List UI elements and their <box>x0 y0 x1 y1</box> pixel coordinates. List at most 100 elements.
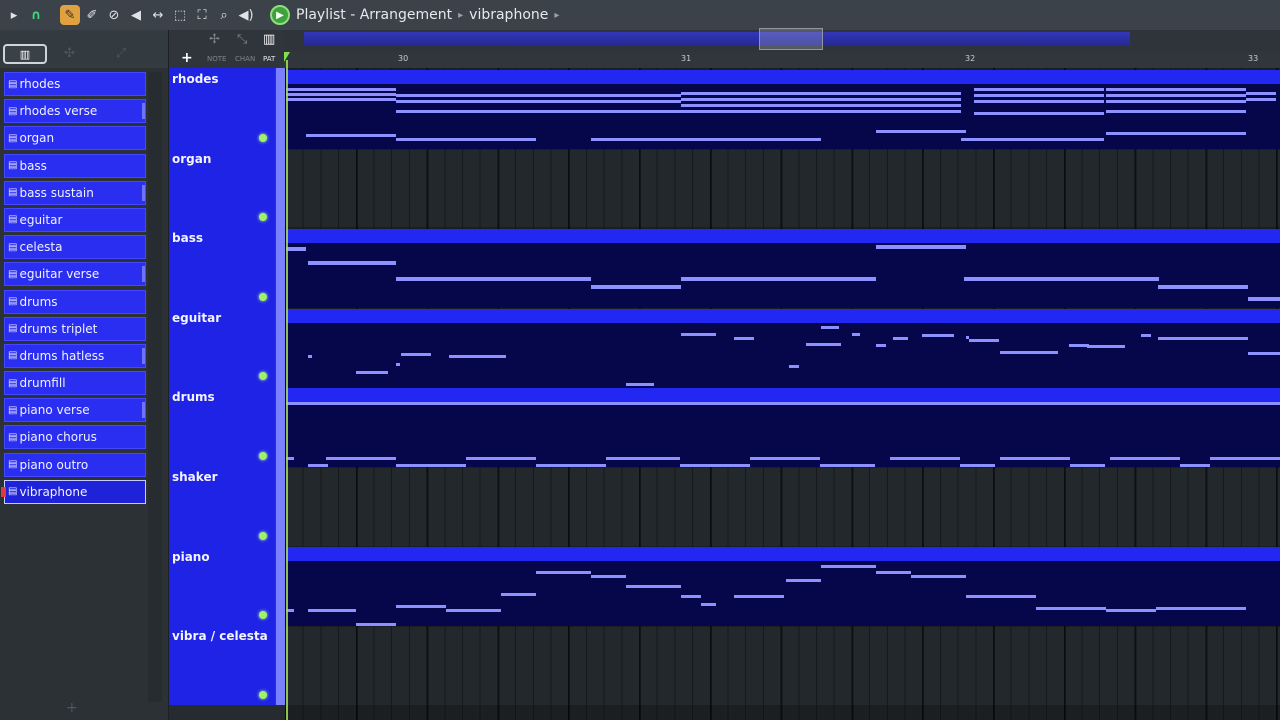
track-header[interactable]: shaker <box>169 466 275 546</box>
delete-icon[interactable]: ⊘ <box>104 5 124 25</box>
clip-piano-verse[interactable]: ▤ piano verse <box>286 547 1280 626</box>
pattern-item[interactable]: ▤ organ <box>4 126 146 151</box>
pattern-item[interactable]: ▤ rhodes <box>4 72 146 96</box>
note <box>308 355 312 358</box>
note-toggle[interactable]: NOTE <box>207 55 226 63</box>
track-resize-grip[interactable] <box>275 227 285 307</box>
note <box>326 457 396 460</box>
note <box>821 326 839 329</box>
track-resize-grip[interactable] <box>275 545 285 626</box>
track-mute-led[interactable] <box>259 133 267 142</box>
pattern-item[interactable]: ▤ rhodes verse <box>4 99 146 124</box>
play-arrow-icon[interactable]: ▸ <box>4 5 24 25</box>
note <box>876 245 966 249</box>
timeline-ruler[interactable]: 30 31 32 33 <box>284 52 1280 69</box>
spread-icon[interactable]: ✣ <box>64 46 75 61</box>
clip-drums-hatless[interactable]: ▤ drums hatless <box>680 388 1248 467</box>
magnet-icon[interactable]: ∩ <box>26 5 46 25</box>
playhead[interactable] <box>286 60 288 720</box>
pattern-item[interactable]: ▤ celesta <box>4 235 146 260</box>
zoom-select-icon[interactable]: ⛶ <box>192 5 212 25</box>
track-mute-led[interactable] <box>259 611 267 620</box>
track-header[interactable]: piano <box>169 545 275 626</box>
track-name: piano <box>172 549 210 564</box>
pattern-item[interactable]: ▤ eguitar <box>4 207 146 232</box>
clip-drums-hatless[interactable]: ▤ drums hatless <box>286 388 680 467</box>
note <box>1110 457 1180 460</box>
track-mute-led[interactable] <box>259 292 267 301</box>
track-name: vibra / celesta <box>172 629 268 644</box>
note <box>974 100 1104 103</box>
note <box>286 88 396 91</box>
breadcrumb-current[interactable]: vibraphone <box>469 7 548 23</box>
track-mute-led[interactable] <box>259 690 267 699</box>
pattern-item[interactable]: ▤ piano chorus <box>4 425 146 450</box>
empty-track-lane[interactable] <box>285 468 1280 546</box>
track-resize-grip[interactable] <box>275 68 285 148</box>
pencil-icon[interactable]: ✎ <box>60 5 80 25</box>
paint-icon[interactable]: ✐ <box>82 5 102 25</box>
pattern-item[interactable]: ▤ eguitar verse <box>4 262 146 287</box>
track-resize-grip[interactable] <box>275 625 285 705</box>
breadcrumb-arrow-icon[interactable]: ▸ <box>554 10 559 21</box>
note <box>466 457 536 460</box>
split-icon[interactable]: ✢ <box>209 32 220 47</box>
add-icon[interactable]: + <box>66 700 78 716</box>
pattern-item[interactable]: ▤ piano outro <box>4 452 146 477</box>
clip-eguitar-verse[interactable]: ▤ eguitar verse <box>286 309 1280 388</box>
note <box>681 595 701 598</box>
browser-scrollbar[interactable] <box>148 72 162 702</box>
track-mute-led[interactable] <box>259 213 267 222</box>
pattern-item[interactable]: ▤ drums triplet <box>4 316 146 341</box>
empty-track-lane[interactable] <box>285 149 1280 228</box>
speaker-icon[interactable]: ◀) <box>236 5 256 25</box>
pattern-item[interactable]: ▤ drums <box>4 289 146 314</box>
track-header[interactable]: drums <box>169 386 275 466</box>
zoom-icon[interactable]: ⌕ <box>214 5 234 25</box>
pattern-label: drums hatless <box>19 348 105 363</box>
pattern-item[interactable]: ▤ drumfill <box>4 371 146 396</box>
chan-toggle[interactable]: CHAN <box>235 55 255 63</box>
clip-bass-sustain[interactable]: ▤ bass sustain <box>286 229 1280 308</box>
piano-keys-icon[interactable]: ▥ <box>3 44 47 64</box>
track-resize-grip[interactable] <box>275 466 285 546</box>
track-mute-led[interactable] <box>259 531 267 540</box>
mute-icon[interactable]: ◀ <box>126 5 146 25</box>
track-header[interactable]: vibra / celesta <box>169 625 275 705</box>
note <box>750 457 820 460</box>
overview-scrollbar[interactable] <box>284 28 1280 52</box>
used-indicator <box>142 184 145 201</box>
empty-track-lane[interactable] <box>285 627 1280 705</box>
pattern-item[interactable]: ▤ drums hatless <box>4 343 146 368</box>
note <box>356 623 396 626</box>
track-resize-grip[interactable] <box>275 386 285 466</box>
track-header[interactable]: rhodes <box>169 68 275 148</box>
piano-roll-icon[interactable]: ▥ <box>263 32 275 47</box>
window-title-bar: ▶ Playlist - Arrangement ▸ vibraphone ▸ <box>270 4 559 26</box>
playlist-menu-icon[interactable]: ▶ <box>270 5 290 25</box>
select-icon[interactable]: ⬚ <box>170 5 190 25</box>
note <box>446 609 501 612</box>
add-track-button[interactable]: + <box>181 50 193 66</box>
stretch-icon[interactable]: ⤡ <box>237 32 247 47</box>
note <box>431 464 466 467</box>
track-header[interactable]: bass <box>169 227 275 307</box>
pattern-item[interactable]: ▤ vibraphone <box>1 479 146 504</box>
track-mute-led[interactable] <box>259 451 267 460</box>
clip-title: ▤ piano verse <box>289 548 361 559</box>
pattern-item[interactable]: ▤ bass sustain <box>4 180 146 205</box>
track-header[interactable]: organ <box>169 147 275 228</box>
slip-icon[interactable]: ↔ <box>148 5 168 25</box>
track-resize-grip[interactable] <box>275 306 285 387</box>
track-mute-led[interactable] <box>259 372 267 381</box>
pattern-item[interactable]: ▤ piano verse <box>4 398 146 423</box>
clip-rhodes-verse[interactable]: ▤ rhodes verse <box>286 70 1280 149</box>
pat-toggle[interactable]: PAT <box>263 55 275 63</box>
pattern-item[interactable]: ▤ bass <box>4 153 146 178</box>
track-header[interactable]: eguitar <box>169 306 275 387</box>
note <box>681 277 876 281</box>
overview-viewport[interactable] <box>759 28 823 50</box>
link-icon[interactable]: ⤢ <box>116 46 126 61</box>
track-resize-grip[interactable] <box>275 147 285 228</box>
clip-drums-partial[interactable]: ▤ dru <box>1248 388 1280 467</box>
